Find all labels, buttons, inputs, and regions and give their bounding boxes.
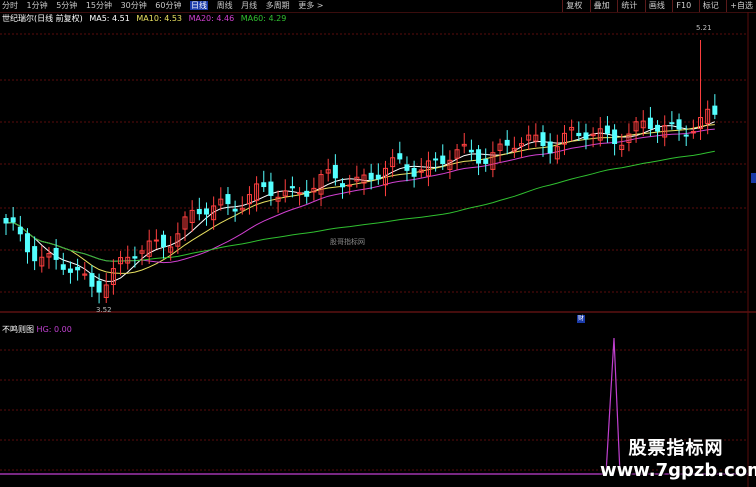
sub-panel-legend: 不鸣则图 HG: 0.00 [2, 324, 72, 335]
candle-body [655, 124, 661, 132]
finance-tag-icon[interactable]: 财 [577, 315, 585, 323]
brand-watermark: 股票指标网 www.7gpzb.com [600, 434, 756, 481]
candle-body [547, 141, 553, 154]
candle-body [368, 172, 374, 180]
sub-panel-value: HG: 0.00 [36, 325, 72, 334]
candle-body [712, 105, 718, 115]
candle-body [75, 266, 81, 271]
candle-body [540, 132, 546, 147]
candle-body [3, 218, 9, 224]
candle-body [89, 273, 95, 287]
tab-daily[interactable]: 日线 [190, 1, 209, 10]
candle-body [683, 134, 689, 137]
candle-body [268, 181, 274, 196]
candle-body [161, 234, 167, 248]
candle-body [440, 155, 446, 165]
candle-body [67, 268, 73, 273]
candle-body [476, 149, 482, 164]
candle-body [397, 153, 403, 160]
period-tabs: 分时 1分钟 5分钟 15分钟 30分钟 60分钟 日线 周线 月线 多周期 更… [2, 0, 329, 12]
candle-body [669, 122, 675, 125]
candle-body [647, 117, 653, 129]
overlay-button[interactable]: 叠加 [589, 0, 613, 12]
candle-body [583, 132, 589, 140]
ma5-line [5, 121, 715, 282]
tab-15min[interactable]: 15分钟 [86, 1, 112, 10]
candle-body [225, 194, 231, 205]
tab-more[interactable]: 更多 > [298, 1, 323, 10]
candle-body [232, 208, 238, 212]
candle-body [404, 164, 410, 171]
candle-body [468, 149, 474, 153]
candle-body [289, 186, 295, 189]
moving-average-lines [5, 121, 715, 282]
candle-body [483, 158, 489, 164]
candle-body [375, 174, 381, 180]
ma10-line [5, 124, 715, 274]
candle-body [340, 183, 346, 188]
mark-button[interactable]: 标记 [698, 0, 722, 12]
candle-body [604, 125, 610, 134]
candle-body [24, 233, 30, 253]
ma10-value: MA10: 4.53 [136, 14, 183, 23]
candle-body [612, 129, 618, 145]
tab-30min[interactable]: 30分钟 [121, 1, 147, 10]
sub-panel-title[interactable]: 不鸣则图 [2, 325, 34, 334]
candle-body [332, 164, 338, 179]
tab-intraday[interactable]: 分时 [2, 1, 18, 10]
kline-chart[interactable] [0, 12, 756, 487]
tab-1min[interactable]: 1分钟 [27, 1, 48, 10]
ma-legend: 世纪瑞尔(日线 前复权) MA5: 4.51 MA10: 4.53 MA20: … [2, 13, 290, 24]
candle-body [676, 119, 682, 130]
candle-body [347, 184, 353, 187]
candle-body [203, 208, 209, 215]
candle-body [17, 226, 23, 235]
candle-body [576, 132, 582, 137]
tab-multi-period[interactable]: 多周期 [266, 1, 290, 10]
candle-body [53, 247, 59, 260]
candle-body [60, 264, 66, 270]
ma5-value: MA5: 4.51 [89, 14, 130, 23]
ma60-value: MA60: 4.29 [240, 14, 287, 23]
candle-body [10, 217, 16, 223]
brand-url: www.7gpzb.com [600, 460, 756, 481]
price-scale-marker [751, 173, 756, 183]
add-watchlist-button[interactable]: +自选 [726, 0, 756, 12]
candle-body [304, 190, 310, 197]
watermark-text: 股哥指标网 [330, 238, 365, 246]
adjust-button[interactable]: 复权 [562, 0, 585, 12]
candle-body [411, 167, 417, 177]
low-price-label: 3.52 [96, 306, 112, 314]
candle-body [32, 246, 38, 262]
ma20-value: MA20: 4.46 [188, 14, 235, 23]
candle-body [297, 192, 303, 195]
stock-title[interactable]: 世纪瑞尔(日线 前复权) [2, 14, 83, 23]
f10-button[interactable]: F10 [672, 0, 694, 12]
candle-body [96, 280, 102, 293]
candle-body [132, 256, 138, 259]
tab-60min[interactable]: 60分钟 [155, 1, 181, 10]
high-price-label: 5.21 [696, 24, 712, 32]
chart-grid [0, 12, 756, 487]
tool-buttons: 复权 叠加 统计 画线 F10 标记 +自选 [560, 0, 756, 12]
candle-body [433, 158, 439, 161]
tab-5min[interactable]: 5分钟 [56, 1, 77, 10]
draw-button[interactable]: 画线 [644, 0, 668, 12]
candle-body [196, 208, 202, 215]
candle-body [504, 139, 510, 146]
tab-monthly[interactable]: 月线 [241, 1, 257, 10]
stats-button[interactable]: 统计 [617, 0, 640, 12]
candle-body [153, 239, 159, 242]
brand-name: 股票指标网 [628, 438, 724, 459]
candle-body [261, 182, 267, 188]
tab-weekly[interactable]: 周线 [217, 1, 233, 10]
